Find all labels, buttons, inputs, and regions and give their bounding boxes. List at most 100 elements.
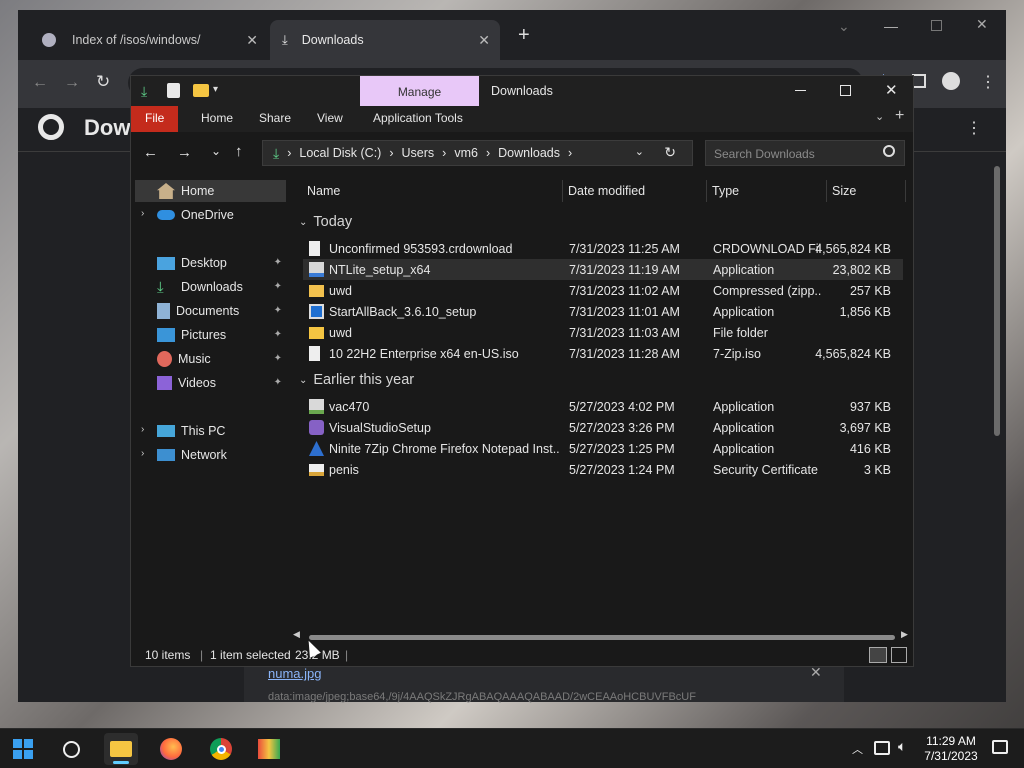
scroll-thumb[interactable]: [309, 635, 895, 640]
column-date[interactable]: Date modified: [568, 184, 645, 198]
scroll-left-icon[interactable]: ◀: [293, 629, 300, 640]
pin-icon[interactable]: ✦: [274, 329, 282, 340]
file-row[interactable]: 10 22H2 Enterprise x64 en-US.iso 7/31/20…: [303, 343, 903, 364]
column-divider[interactable]: [905, 180, 906, 202]
column-size[interactable]: Size: [832, 184, 856, 198]
file-row[interactable]: uwd 7/31/2023 11:02 AM Compressed (zipp.…: [303, 280, 903, 301]
file-row[interactable]: vac470 5/27/2023 4:02 PM Application 937…: [303, 396, 903, 417]
minimize-icon[interactable]: [795, 90, 806, 91]
pin-icon[interactable]: ✦: [274, 305, 282, 316]
taskbar-file-explorer[interactable]: [104, 733, 138, 765]
breadcrumb-downloads[interactable]: Downloads: [498, 146, 560, 160]
notifications-icon[interactable]: [992, 740, 1008, 754]
properties-icon[interactable]: [167, 83, 180, 98]
refresh-icon[interactable]: ↻: [664, 144, 676, 161]
quick-access-dropdown-icon[interactable]: ▾: [213, 84, 218, 95]
scroll-right-icon[interactable]: ▶: [901, 629, 908, 640]
tab-view[interactable]: View: [303, 106, 357, 132]
nav-item-home[interactable]: Home: [135, 180, 286, 202]
new-tab-plus-icon[interactable]: +: [895, 107, 904, 125]
file-row[interactable]: Unconfirmed 953593.crdownload 7/31/2023 …: [303, 238, 903, 259]
large-icons-view-icon[interactable]: [891, 647, 907, 663]
profile-avatar[interactable]: [942, 72, 960, 90]
back-icon[interactable]: ←: [143, 144, 158, 161]
taskbar-firefox[interactable]: [154, 733, 188, 765]
nav-item-downloads[interactable]: ⤓ Downloads ✦: [135, 276, 286, 298]
forward-icon[interactable]: →: [64, 74, 80, 92]
column-type[interactable]: Type: [712, 184, 739, 198]
maximize-icon[interactable]: [931, 20, 942, 31]
download-filename-link[interactable]: numa.jpg: [268, 666, 321, 681]
nav-item-music[interactable]: Music ✦: [135, 348, 286, 370]
file-row-selected[interactable]: NTLite_setup_x64 7/31/2023 11:19 AM Appl…: [303, 259, 903, 280]
nav-item-videos[interactable]: Videos ✦: [135, 372, 286, 394]
system-clock[interactable]: 11:29 AM 7/31/2023: [918, 734, 984, 764]
volume-icon[interactable]: 🔈︎: [898, 738, 906, 755]
address-bar[interactable]: ⤓ › Local Disk (C:) › Users › vm6 › Down…: [262, 140, 693, 166]
group-header-today[interactable]: ⌄ Today: [299, 214, 352, 230]
nav-item-pictures[interactable]: Pictures ✦: [135, 324, 286, 346]
tab-close-icon[interactable]: ✕: [246, 32, 258, 49]
tab-search-chevron-icon[interactable]: ⌄: [838, 18, 850, 35]
group-header-earlier-this-year[interactable]: ⌄ Earlier this year: [299, 372, 414, 388]
nav-item-network[interactable]: › Network: [135, 444, 286, 466]
expand-chevron-icon[interactable]: ›: [141, 448, 144, 459]
nav-item-this-pc[interactable]: › This PC: [135, 420, 286, 442]
breadcrumb-users[interactable]: Users: [402, 146, 435, 160]
expand-chevron-icon[interactable]: ›: [141, 424, 144, 435]
taskbar-chrome[interactable]: [204, 733, 238, 765]
minimize-icon[interactable]: [884, 27, 898, 28]
chrome-menu-icon[interactable]: ⋮: [980, 72, 996, 92]
maximize-icon[interactable]: [840, 85, 851, 96]
tab-home[interactable]: Home: [187, 106, 247, 132]
search-icon[interactable]: [883, 145, 895, 157]
collapse-chevron-icon[interactable]: ⌄: [299, 375, 307, 386]
pin-icon[interactable]: ✦: [274, 281, 282, 292]
forward-icon[interactable]: →: [177, 144, 192, 161]
pin-icon[interactable]: ✦: [274, 377, 282, 388]
breadcrumb-local-disk[interactable]: Local Disk (C:): [299, 146, 381, 160]
file-row[interactable]: StartAllBack_3.6.10_setup 7/31/2023 11:0…: [303, 301, 903, 322]
downloads-menu-icon[interactable]: ⋮: [966, 118, 982, 138]
horizontal-scrollbar[interactable]: ◀ ▶: [289, 629, 913, 642]
column-divider[interactable]: [826, 180, 827, 202]
pin-icon[interactable]: ✦: [274, 257, 282, 268]
new-tab-icon[interactable]: +: [518, 24, 530, 47]
tab-file[interactable]: File: [131, 106, 179, 132]
reload-icon[interactable]: ↻: [96, 72, 110, 92]
back-icon[interactable]: ←: [32, 74, 48, 92]
collapse-chevron-icon[interactable]: ⌄: [299, 217, 307, 228]
recent-locations-chevron-icon[interactable]: ⌄: [211, 144, 221, 158]
expand-chevron-icon[interactable]: ›: [141, 208, 144, 219]
column-divider[interactable]: [706, 180, 707, 202]
chrome-tab-index[interactable]: Index of /isos/windows/ ✕: [30, 20, 268, 60]
file-row[interactable]: uwd 7/31/2023 11:03 AM File folder: [303, 322, 903, 343]
address-dropdown-icon[interactable]: ⌄: [635, 145, 644, 158]
nav-item-desktop[interactable]: Desktop ✦: [135, 252, 286, 274]
close-icon[interactable]: ✕: [885, 81, 898, 99]
chrome-tab-downloads[interactable]: ⤓ Downloads ✕: [270, 20, 500, 60]
tab-share[interactable]: Share: [245, 106, 305, 132]
tab-application-tools[interactable]: Application Tools: [359, 106, 477, 132]
new-folder-icon[interactable]: [193, 84, 209, 97]
search-button[interactable]: [54, 733, 88, 765]
network-icon[interactable]: [874, 741, 890, 755]
tab-close-icon[interactable]: ✕: [478, 32, 490, 49]
taskbar-app[interactable]: [252, 733, 286, 765]
file-row[interactable]: penis 5/27/2023 1:24 PM Security Certifi…: [303, 459, 903, 480]
search-input[interactable]: Search Downloads: [705, 140, 905, 166]
page-scrollbar[interactable]: [992, 154, 1002, 694]
up-icon[interactable]: ↑: [235, 143, 243, 160]
close-icon[interactable]: ✕: [976, 16, 988, 33]
show-hidden-icons-chevron-icon[interactable]: ︿: [852, 741, 863, 757]
file-row[interactable]: Ninite 7Zip Chrome Firefox Notepad Inst.…: [303, 438, 903, 459]
column-divider[interactable]: [562, 180, 563, 202]
pin-icon[interactable]: ✦: [274, 353, 282, 364]
file-row[interactable]: VisualStudioSetup 5/27/2023 3:26 PM Appl…: [303, 417, 903, 438]
nav-item-documents[interactable]: Documents ✦: [135, 300, 286, 322]
details-view-icon[interactable]: [869, 647, 887, 663]
manage-contextual-tab[interactable]: Manage: [360, 76, 479, 106]
start-button[interactable]: [6, 733, 40, 765]
column-name[interactable]: Name: [307, 184, 340, 198]
breadcrumb-vm6[interactable]: vm6: [454, 146, 478, 160]
